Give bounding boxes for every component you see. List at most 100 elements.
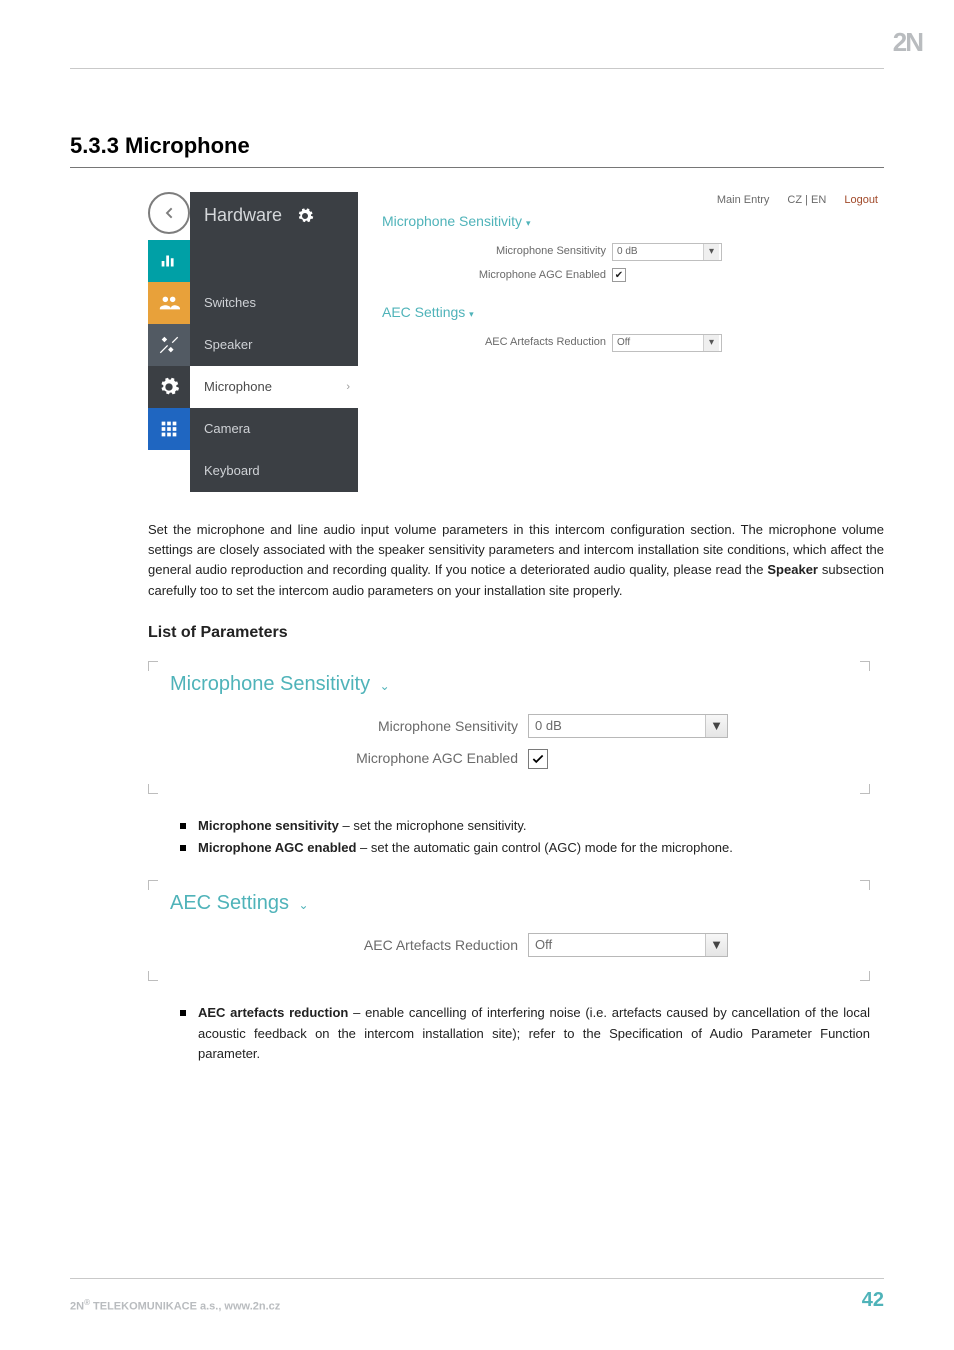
bullet-bold: Microphone AGC enabled: [198, 840, 356, 855]
topbar-device: Main Entry: [717, 192, 770, 209]
panel-title-text: Microphone Sensitivity: [170, 673, 370, 695]
row-mic-agc: Microphone AGC Enabled ✔: [382, 267, 884, 284]
sidebar-item-camera[interactable]: Camera: [190, 408, 358, 450]
group-mic-sensitivity: Microphone Sensitivity ▾ Microphone Sens…: [382, 211, 884, 284]
para-bold: Speaker: [767, 562, 818, 577]
sidebar-title-hardware[interactable]: Hardware: [190, 192, 358, 240]
group-title[interactable]: AEC Settings ▾: [382, 302, 884, 324]
section-heading: 5.3.3 Microphone: [70, 129, 884, 163]
subheading: List of Parameters: [148, 621, 884, 646]
sidebar-item-switches[interactable]: Switches: [190, 282, 358, 324]
label: Microphone Sensitivity: [148, 716, 528, 738]
bullet-rest: – set the automatic gain control (AGC) m…: [356, 840, 732, 855]
sidebar-item-microphone[interactable]: Microphone ›: [190, 366, 358, 408]
bullet-list-1: Microphone sensitivity – set the microph…: [180, 816, 870, 858]
group-title-text: Microphone Sensitivity: [382, 213, 522, 229]
gear-icon: [296, 207, 314, 225]
aec-artefacts-select[interactable]: Off ▾: [612, 334, 722, 352]
sidebar-spacer: [190, 240, 358, 282]
label: AEC Artefacts Reduction: [148, 935, 528, 957]
screenshot-inner: Hardware Switches Speaker Microphone › C…: [148, 192, 884, 492]
header-rule: [70, 68, 884, 69]
sidebar-item-keyboard[interactable]: Keyboard: [190, 450, 358, 492]
corner-icon: [860, 880, 870, 890]
label: Microphone AGC Enabled: [148, 748, 528, 770]
grid-icon: [158, 418, 180, 440]
mic-agc-checkbox[interactable]: [528, 749, 548, 769]
row-mic-sensitivity: Microphone Sensitivity 0 dB ▼: [148, 714, 870, 738]
select-value: Off: [617, 335, 630, 351]
back-button[interactable]: [148, 192, 190, 234]
panel-title-text: AEC Settings: [170, 892, 289, 914]
corner-icon: [148, 880, 158, 890]
chevron-down-icon: ⌄: [299, 898, 309, 912]
heading-rule: [70, 167, 884, 168]
topbar: Main Entry CZ | EN Logout: [382, 192, 884, 209]
sidebar-item-label: Microphone: [204, 377, 272, 397]
list-item: Microphone AGC enabled – set the automat…: [180, 838, 870, 858]
users-icon: [158, 292, 180, 314]
arrow-left-icon: [161, 205, 177, 221]
nav-item-apps[interactable]: [148, 408, 190, 450]
footer-company: TELEKOMUNIKACE a.s., www.2n.cz: [90, 1301, 280, 1313]
group-title-text: AEC Settings: [382, 304, 465, 320]
corner-icon: [148, 661, 158, 671]
mic-agc-checkbox[interactable]: ✔: [612, 268, 626, 282]
control: ✔: [612, 268, 626, 282]
caret-down-icon: ▼: [705, 934, 727, 956]
corner-icon: [148, 784, 158, 794]
corner-icon: [860, 784, 870, 794]
panel-mic-sensitivity: Microphone Sensitivity ⌄ Microphone Sens…: [148, 661, 870, 794]
nav-item-directory[interactable]: [148, 282, 190, 324]
bullet-bold: AEC artefacts reduction: [198, 1005, 348, 1020]
sidebar-title-label: Hardware: [204, 202, 282, 230]
nav-item-status[interactable]: [148, 240, 190, 282]
footer-brand: 2N: [70, 1301, 84, 1313]
bars-icon: [158, 250, 180, 272]
label: AEC Artefacts Reduction: [382, 334, 612, 351]
corner-icon: [148, 971, 158, 981]
mic-sensitivity-select[interactable]: 0 dB ▼: [528, 714, 728, 738]
select-value: 0 dB: [535, 716, 562, 736]
screenshot: Hardware Switches Speaker Microphone › C…: [148, 192, 884, 492]
sidebar-item-speaker[interactable]: Speaker: [190, 324, 358, 366]
row-mic-agc: Microphone AGC Enabled: [148, 748, 870, 770]
row-aec-artefacts: AEC Artefacts Reduction Off ▼: [148, 933, 870, 957]
chevron-down-icon: ⌄: [380, 679, 390, 693]
caret-down-icon: ▼: [705, 715, 727, 737]
bullet-bold: Microphone sensitivity: [198, 818, 339, 833]
nav-item-tools[interactable]: [148, 324, 190, 366]
page: 2N 5.3.3 Microphone: [0, 0, 954, 1350]
panel-title[interactable]: Microphone Sensitivity ⌄: [148, 669, 870, 700]
panel-aec: AEC Settings ⌄ AEC Artefacts Reduction O…: [148, 880, 870, 981]
bullet-rest: – set the microphone sensitivity.: [339, 818, 527, 833]
list-item: Microphone sensitivity – set the microph…: [180, 816, 870, 836]
mic-sensitivity-select[interactable]: 0 dB ▾: [612, 243, 722, 261]
nav-item-hardware[interactable]: [148, 366, 190, 408]
brand-logo: 2N: [893, 22, 922, 62]
group-title[interactable]: Microphone Sensitivity ▾: [382, 211, 884, 233]
corner-icon: [860, 661, 870, 671]
content-area: Main Entry CZ | EN Logout Microphone Sen…: [358, 192, 884, 492]
footer: 2N® TELEKOMUNIKACE a.s., www.2n.cz 42: [70, 1278, 884, 1316]
chevron-down-icon: ▾: [469, 309, 474, 319]
caret-down-icon: ▾: [703, 335, 719, 351]
gear-icon: [158, 376, 180, 398]
bullet-list-2: AEC artefacts reduction – enable cancell…: [180, 1003, 870, 1063]
corner-icon: [860, 971, 870, 981]
logout-link[interactable]: Logout: [844, 192, 878, 209]
select-value: 0 dB: [617, 244, 638, 260]
nav-column: [148, 192, 190, 492]
row-aec-artefacts: AEC Artefacts Reduction Off ▾: [382, 334, 884, 352]
caret-down-icon: ▾: [703, 244, 719, 260]
group-aec: AEC Settings ▾ AEC Artefacts Reduction O…: [382, 302, 884, 352]
select-value: Off: [535, 935, 552, 955]
topbar-lang[interactable]: CZ | EN: [787, 192, 826, 209]
intro-paragraph: Set the microphone and line audio input …: [148, 520, 884, 601]
tools-icon: [158, 334, 180, 356]
list-item: AEC artefacts reduction – enable cancell…: [180, 1003, 870, 1063]
panel-title[interactable]: AEC Settings ⌄: [148, 888, 870, 919]
aec-artefacts-select[interactable]: Off ▼: [528, 933, 728, 957]
footer-left: 2N® TELEKOMUNIKACE a.s., www.2n.cz: [70, 1297, 280, 1316]
chevron-right-icon: ›: [346, 379, 350, 396]
